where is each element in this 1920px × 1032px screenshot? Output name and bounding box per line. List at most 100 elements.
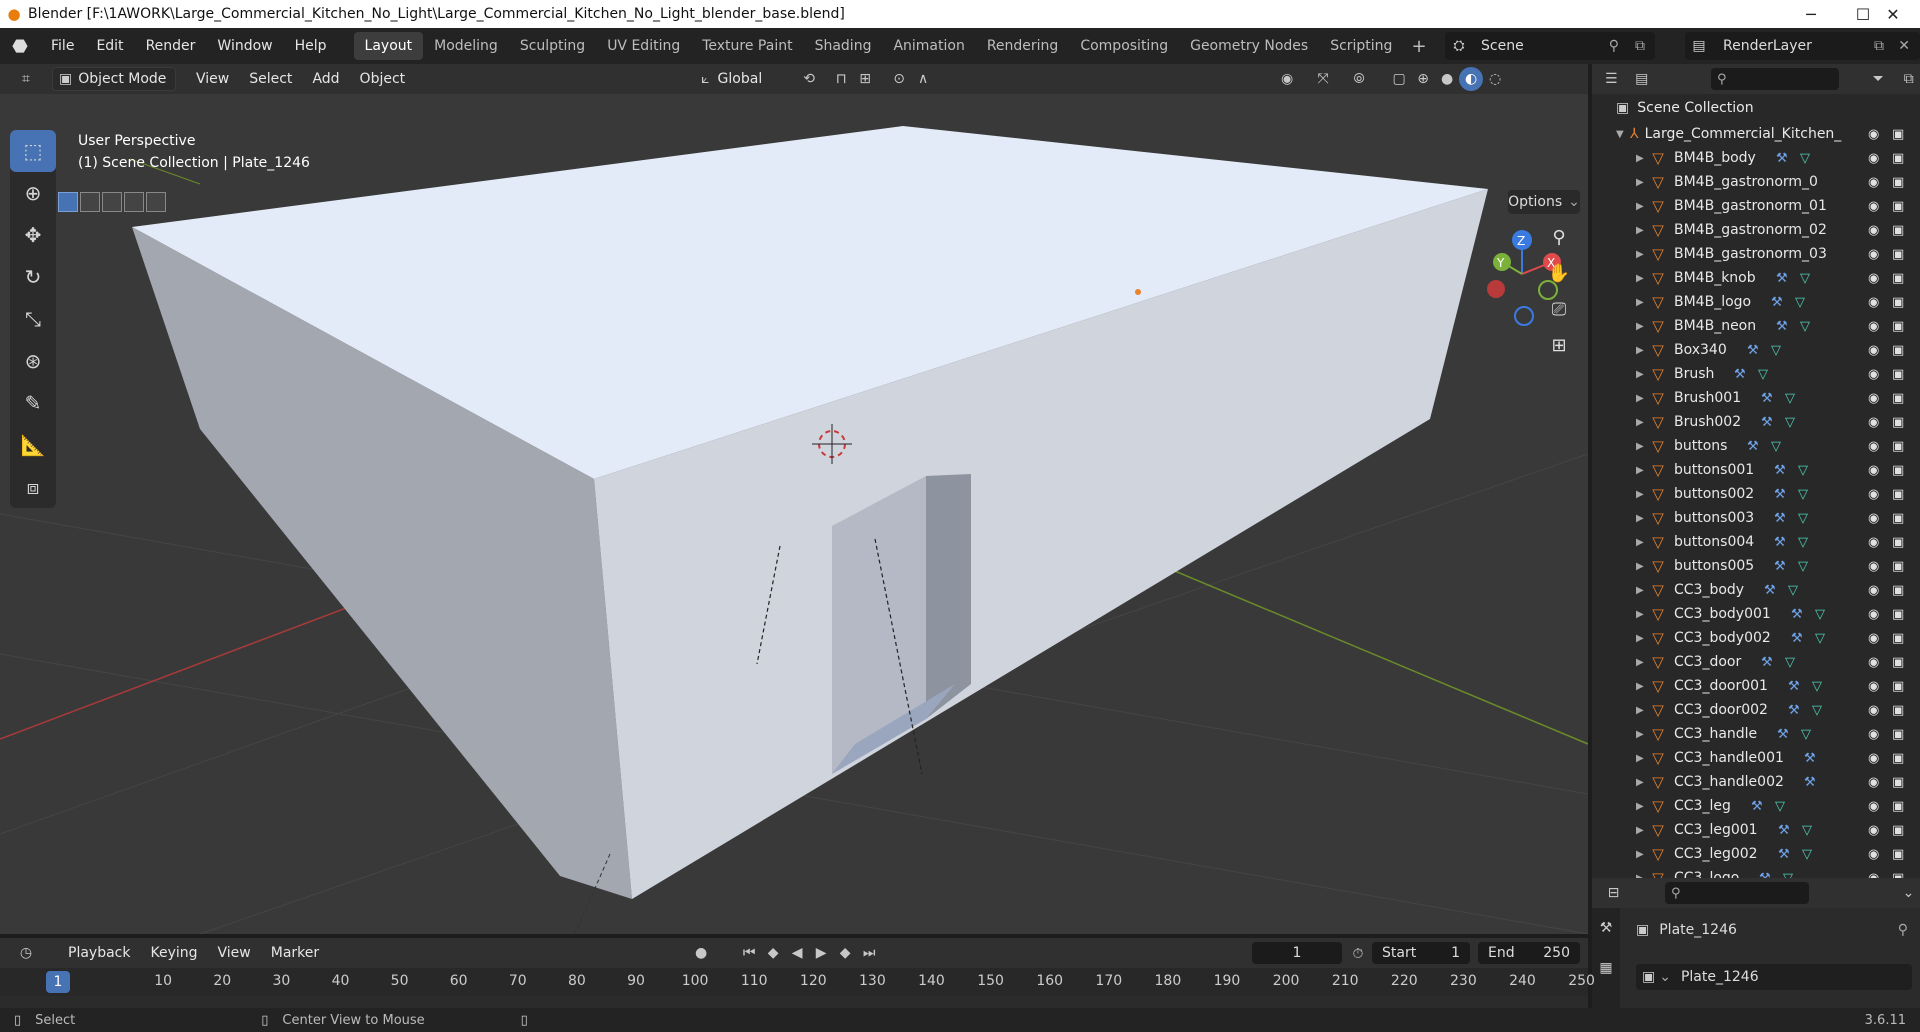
- add-workspace-icon[interactable]: +: [1403, 36, 1434, 57]
- outliner-item[interactable]: ▶ ▽ Brush001 ⚒ ▽ ◉ ▣: [1592, 386, 1920, 410]
- outliner-item[interactable]: ▶ ▽ CC3_handle001 ⚒ ◉ ▣: [1592, 746, 1920, 770]
- mesh-data-icon[interactable]: ▽: [1802, 823, 1812, 838]
- outliner-item[interactable]: ▶ ▽ CC3_door001 ⚒ ▽ ◉ ▣: [1592, 674, 1920, 698]
- chevron-down-icon[interactable]: ⌄: [1897, 881, 1920, 905]
- mesh-data-icon[interactable]: ▽: [1795, 295, 1805, 310]
- annotate-tool[interactable]: ✎: [10, 382, 56, 424]
- outliner-item[interactable]: ▶ ▽ CC3_door ⚒ ▽ ◉ ▣: [1592, 650, 1920, 674]
- 3d-viewport[interactable]: Z X Y User Perspective (1) Scene Collect…: [0, 94, 1588, 934]
- tab-layout[interactable]: Layout: [353, 32, 424, 60]
- menu-file[interactable]: File: [40, 28, 85, 64]
- camera-icon[interactable]: ▣: [1892, 295, 1904, 310]
- mesh-data-icon[interactable]: ▽: [1815, 607, 1825, 622]
- camera-icon[interactable]: ▣: [1892, 151, 1904, 166]
- measure-tool[interactable]: 📐: [10, 424, 56, 466]
- outliner-item[interactable]: ▶ ▽ Brush002 ⚒ ▽ ◉ ▣: [1592, 410, 1920, 434]
- eye-icon[interactable]: ◉: [1868, 727, 1879, 742]
- pin-icon[interactable]: ⚲: [1898, 922, 1908, 938]
- modifier-icon[interactable]: ⚒: [1776, 271, 1788, 286]
- select-extend-icon[interactable]: [80, 192, 100, 212]
- expand-icon[interactable]: ▶: [1636, 345, 1650, 356]
- eye-icon[interactable]: ◉: [1868, 535, 1879, 550]
- solid-shading-icon[interactable]: ●: [1435, 67, 1459, 91]
- menu-marker[interactable]: Marker: [261, 945, 329, 961]
- outliner-item[interactable]: ▶ ▽ buttons001 ⚒ ▽ ◉ ▣: [1592, 458, 1920, 482]
- remove-view-layer-icon[interactable]: ✕: [1898, 38, 1910, 54]
- add-cube-tool[interactable]: ⧈: [10, 466, 56, 508]
- editor-type-icon[interactable]: ⌗: [14, 67, 38, 91]
- expand-icon[interactable]: ▶: [1636, 729, 1650, 740]
- view-layer-selector[interactable]: ▤ RenderLayer ⧉ ✕: [1685, 32, 1920, 60]
- outliner-item[interactable]: ▶ ▽ CC3_leg002 ⚒ ▽ ◉ ▣: [1592, 842, 1920, 866]
- scale-tool[interactable]: ⤡: [10, 298, 56, 340]
- wireframe-shading-icon[interactable]: ⊕: [1411, 67, 1435, 91]
- camera-icon[interactable]: ▣: [1892, 775, 1904, 790]
- select-intersect-icon[interactable]: [146, 192, 166, 212]
- eye-icon[interactable]: ◉: [1868, 151, 1879, 166]
- expand-icon[interactable]: ▶: [1636, 705, 1650, 716]
- falloff-icon[interactable]: ∧: [911, 67, 935, 91]
- modifier-icon[interactable]: ⚒: [1778, 847, 1790, 862]
- outliner-item[interactable]: ▶ ▽ BM4B_neon ⚒ ▽ ◉ ▣: [1592, 314, 1920, 338]
- camera-icon[interactable]: ▣: [1892, 487, 1904, 502]
- minimize-button[interactable]: ─: [1784, 0, 1838, 28]
- eye-icon[interactable]: ◉: [1868, 343, 1879, 358]
- outliner-item[interactable]: ▶ ▽ CC3_body001 ⚒ ▽ ◉ ▣: [1592, 602, 1920, 626]
- filter-icon[interactable]: ⏷: [1867, 67, 1890, 91]
- visibility-icon[interactable]: ◉: [1275, 67, 1299, 91]
- eye-icon[interactable]: ◉: [1868, 127, 1879, 142]
- mesh-data-icon[interactable]: ▽: [1785, 391, 1795, 406]
- select-box-tool[interactable]: ⬚: [10, 130, 56, 172]
- outliner-item[interactable]: ▶ ▽ BM4B_logo ⚒ ▽ ◉ ▣: [1592, 290, 1920, 314]
- menu-add[interactable]: Add: [302, 71, 349, 87]
- tab-sculpting[interactable]: Sculpting: [509, 32, 596, 60]
- timeline-ruler[interactable]: 1 10 20 30 40 50 60 70 80 90 100 110 120 130 140 150 160…: [0, 968, 1595, 996]
- outliner-item[interactable]: ▶ ▽ BM4B_gastronorm_03 ◉ ▣: [1592, 242, 1920, 266]
- camera-icon[interactable]: ▣: [1892, 271, 1904, 286]
- play-reverse-icon[interactable]: ◀: [785, 941, 809, 965]
- tab-shading[interactable]: Shading: [804, 32, 883, 60]
- expand-icon[interactable]: ▶: [1636, 177, 1650, 188]
- next-keyframe-icon[interactable]: ◆: [833, 941, 857, 965]
- properties-search-input[interactable]: ⚲: [1665, 882, 1809, 904]
- camera-icon[interactable]: ▣: [1892, 319, 1904, 334]
- menu-timeline-view[interactable]: View: [208, 945, 261, 961]
- jump-start-icon[interactable]: ⏮: [737, 941, 761, 965]
- mesh-data-icon[interactable]: ▽: [1800, 271, 1810, 286]
- modifier-icon[interactable]: ⚒: [1764, 583, 1776, 598]
- menu-keying[interactable]: Keying: [140, 945, 207, 961]
- mesh-data-icon[interactable]: ▽: [1775, 799, 1785, 814]
- mesh-data-icon[interactable]: ▽: [1798, 463, 1808, 478]
- expand-icon[interactable]: ▶: [1636, 513, 1650, 524]
- xray-icon[interactable]: ▢: [1387, 67, 1411, 91]
- outliner-item[interactable]: ▶ ▽ CC3_leg ⚒ ▽ ◉ ▣: [1592, 794, 1920, 818]
- modifier-icon[interactable]: ⚒: [1734, 367, 1746, 382]
- close-window-button[interactable]: ✕: [1866, 0, 1920, 28]
- eye-icon[interactable]: ◉: [1868, 631, 1879, 646]
- menu-select[interactable]: Select: [239, 71, 302, 87]
- ortho-toggle-button[interactable]: ⊞: [1544, 330, 1574, 360]
- modifier-icon[interactable]: ⚒: [1774, 511, 1786, 526]
- eye-icon[interactable]: ◉: [1868, 823, 1879, 838]
- expand-icon[interactable]: ▶: [1636, 657, 1650, 668]
- camera-icon[interactable]: ▣: [1892, 823, 1904, 838]
- modifier-icon[interactable]: ⚒: [1788, 679, 1800, 694]
- camera-view-button[interactable]: ⎚: [1544, 294, 1574, 324]
- tab-compositing[interactable]: Compositing: [1069, 32, 1179, 60]
- eye-icon[interactable]: ◉: [1868, 655, 1879, 670]
- outliner-item[interactable]: ▶ ▽ buttons004 ⚒ ▽ ◉ ▣: [1592, 530, 1920, 554]
- tab-uv-editing[interactable]: UV Editing: [596, 32, 691, 60]
- camera-icon[interactable]: ▣: [1892, 631, 1904, 646]
- tab-animation[interactable]: Animation: [882, 32, 975, 60]
- tab-scripting[interactable]: Scripting: [1319, 32, 1403, 60]
- camera-icon[interactable]: ▣: [1892, 463, 1904, 478]
- outliner-item[interactable]: ▶ ▽ CC3_body ⚒ ▽ ◉ ▣: [1592, 578, 1920, 602]
- display-mode-icon[interactable]: ▤: [1631, 67, 1654, 91]
- object-data-field[interactable]: ▣ ⌄ Plate_1246: [1636, 964, 1912, 990]
- outliner-item[interactable]: ▶ ▽ CC3_handle ⚒ ▽ ◉ ▣: [1592, 722, 1920, 746]
- outliner-item[interactable]: ▶ ▽ buttons005 ⚒ ▽ ◉ ▣: [1592, 554, 1920, 578]
- outliner-search-input[interactable]: ⚲: [1711, 68, 1839, 90]
- zoom-button[interactable]: ⚲: [1544, 222, 1574, 252]
- tab-geometry-nodes[interactable]: Geometry Nodes: [1179, 32, 1319, 60]
- tab-rendering[interactable]: Rendering: [976, 32, 1070, 60]
